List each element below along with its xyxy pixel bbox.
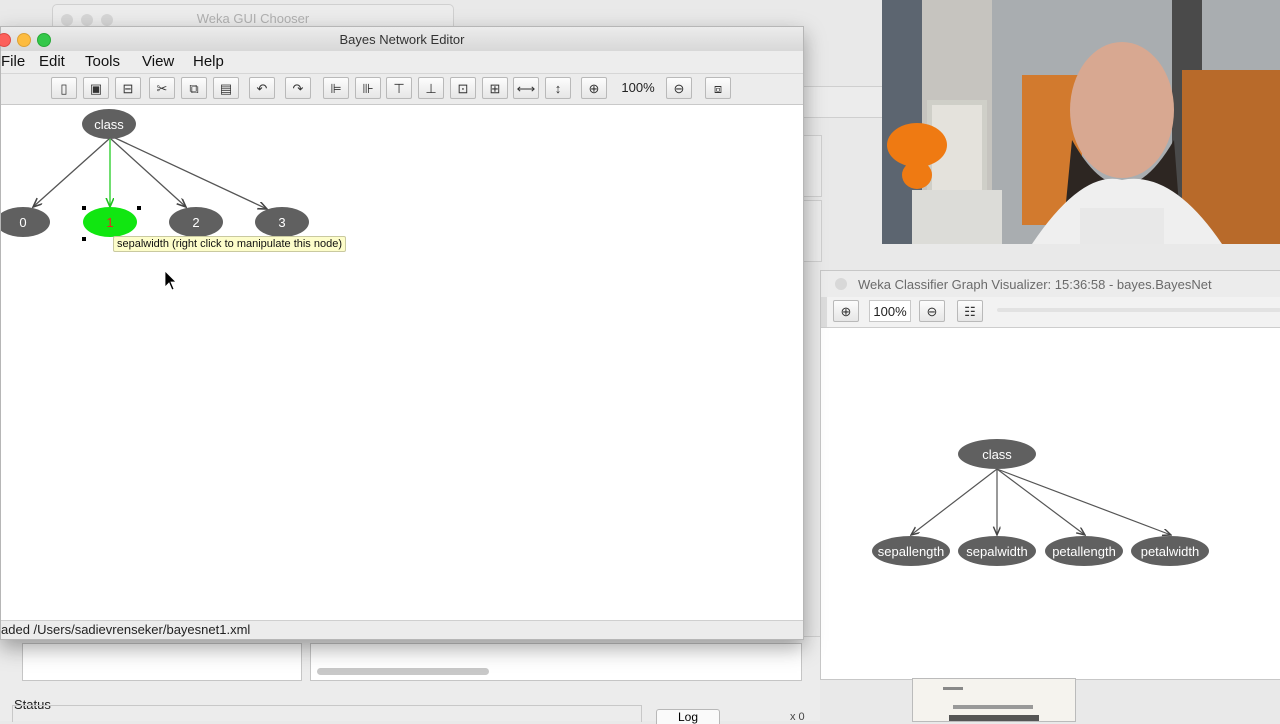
menu-tools[interactable]: Tools	[85, 53, 120, 70]
menu-edit[interactable]: Edit	[39, 53, 65, 70]
visualizer-scrollbar[interactable]	[997, 308, 1280, 312]
edge	[996, 468, 1171, 535]
node-label: petallength	[1052, 544, 1116, 559]
webcam-scene	[882, 0, 1280, 244]
center-vertical-icon[interactable]: ⊞	[482, 77, 508, 99]
undo-icon[interactable]: ↶	[249, 77, 275, 99]
node-label: class	[94, 117, 124, 132]
document-thumbnail	[912, 678, 1076, 722]
result-list[interactable]	[22, 643, 302, 681]
visualizer-zoom-field[interactable]: 100%	[869, 300, 911, 322]
save-icon[interactable]: ▣	[83, 77, 109, 99]
thumbnail-text-line	[949, 715, 1039, 721]
output-area[interactable]	[310, 643, 802, 681]
horizontal-scrollbar[interactable]	[317, 668, 489, 675]
webcam-video	[882, 0, 1280, 244]
edge	[33, 138, 110, 207]
node-label: class	[982, 447, 1012, 462]
graph-visualizer-window: Weka Classifier Graph Visualizer: 15:36:…	[820, 270, 1280, 680]
edge	[911, 468, 998, 535]
visualizer-title: Weka Classifier Graph Visualizer: 15:36:…	[858, 277, 1212, 292]
zoom-out-icon[interactable]: ⊖	[919, 300, 945, 322]
menu-file[interactable]: File	[1, 53, 25, 70]
selection-handle[interactable]	[137, 206, 141, 210]
edge	[110, 138, 186, 207]
align-left-icon[interactable]: ⊫	[323, 77, 349, 99]
align-top-icon[interactable]: ⊤	[386, 77, 412, 99]
memory-count: x 0	[790, 711, 805, 723]
editor-title: Bayes Network Editor	[339, 32, 465, 47]
background-panel	[802, 86, 884, 118]
menu-bar: File Edit Tools View Help	[1, 51, 803, 74]
copy-icon[interactable]: ⧉	[181, 77, 207, 99]
status-box	[12, 705, 642, 722]
node-label: 3	[278, 215, 285, 230]
node-tooltip: sepalwidth (right click to manipulate th…	[113, 236, 347, 252]
background-panel	[802, 200, 822, 262]
node-label: sepallength	[878, 544, 945, 559]
node-label: 2	[192, 215, 199, 230]
space-vertical-icon[interactable]: ↕	[545, 77, 571, 99]
network-graph: class 0 1 2 3	[0, 109, 309, 291]
zoom-out-icon[interactable]: ⊖	[666, 77, 692, 99]
node-settings-icon[interactable]: ☷	[957, 300, 983, 322]
visualizer-toolbar: ⊕ 100% ⊖ ☷	[821, 297, 1280, 328]
align-right-icon[interactable]: ⊪	[355, 77, 381, 99]
node-label: petalwidth	[1141, 544, 1200, 559]
zoom-in-icon[interactable]: ⊕	[833, 300, 859, 322]
editor-toolbar: ▯ ▣ ⊟ ✂ ⧉ ▤ ↶ ↷ ⊫ ⊪ ⊤ ⊥ ⊡ ⊞ ⟷ ↕ ⊕ 100% ⊖…	[1, 74, 803, 105]
network-canvas[interactable]: class 0 1 2 3	[0, 105, 803, 621]
align-bottom-icon[interactable]: ⊥	[418, 77, 444, 99]
selection-handle[interactable]	[82, 237, 86, 241]
menu-help[interactable]: Help	[193, 53, 224, 70]
window-control[interactable]	[835, 278, 847, 290]
node-label: 1	[106, 215, 113, 230]
chooser-title: Weka GUI Chooser	[196, 11, 310, 26]
center-horizontal-icon[interactable]: ⊡	[450, 77, 476, 99]
new-icon[interactable]: ▯	[51, 77, 77, 99]
thumbnail-text-line	[943, 687, 963, 690]
visualizer-titlebar: Weka Classifier Graph Visualizer: 15:36:…	[821, 271, 1280, 298]
node-label: 0	[19, 215, 26, 230]
node-label: sepalwidth	[966, 544, 1027, 559]
toolbar-grip	[821, 297, 827, 327]
bayes-network-editor-window: Bayes Network Editor File Edit Tools Vie…	[0, 26, 804, 640]
log-button[interactable]: Log	[656, 709, 720, 724]
redo-icon[interactable]: ↷	[285, 77, 311, 99]
explorer-lower-panel: Status Log x 0	[0, 636, 820, 724]
visualizer-graph: class sepallength sepalwidth petallength…	[872, 439, 1209, 566]
zoom-in-icon[interactable]: ⊕	[581, 77, 607, 99]
editor-titlebar: Bayes Network Editor	[0, 27, 803, 52]
cut-icon[interactable]: ✂	[149, 77, 175, 99]
mouse-cursor-icon	[164, 270, 177, 291]
layout-graph-icon[interactable]: ⧈	[705, 77, 731, 99]
thumbnail-text-line	[953, 705, 1033, 709]
background-panel	[802, 135, 822, 197]
zoom-field[interactable]: 100%	[617, 77, 659, 99]
status-text: aded /Users/sadievrenseker/bayesnet1.xml	[1, 622, 251, 637]
edge	[996, 468, 1085, 535]
selection-handle[interactable]	[82, 206, 86, 210]
status-bar: aded /Users/sadievrenseker/bayesnet1.xml	[1, 620, 803, 639]
edge	[112, 136, 267, 209]
space-horizontal-icon[interactable]: ⟷	[513, 77, 539, 99]
open-icon[interactable]: ⊟	[115, 77, 141, 99]
paste-icon[interactable]: ▤	[213, 77, 239, 99]
menu-view[interactable]: View	[142, 53, 174, 70]
